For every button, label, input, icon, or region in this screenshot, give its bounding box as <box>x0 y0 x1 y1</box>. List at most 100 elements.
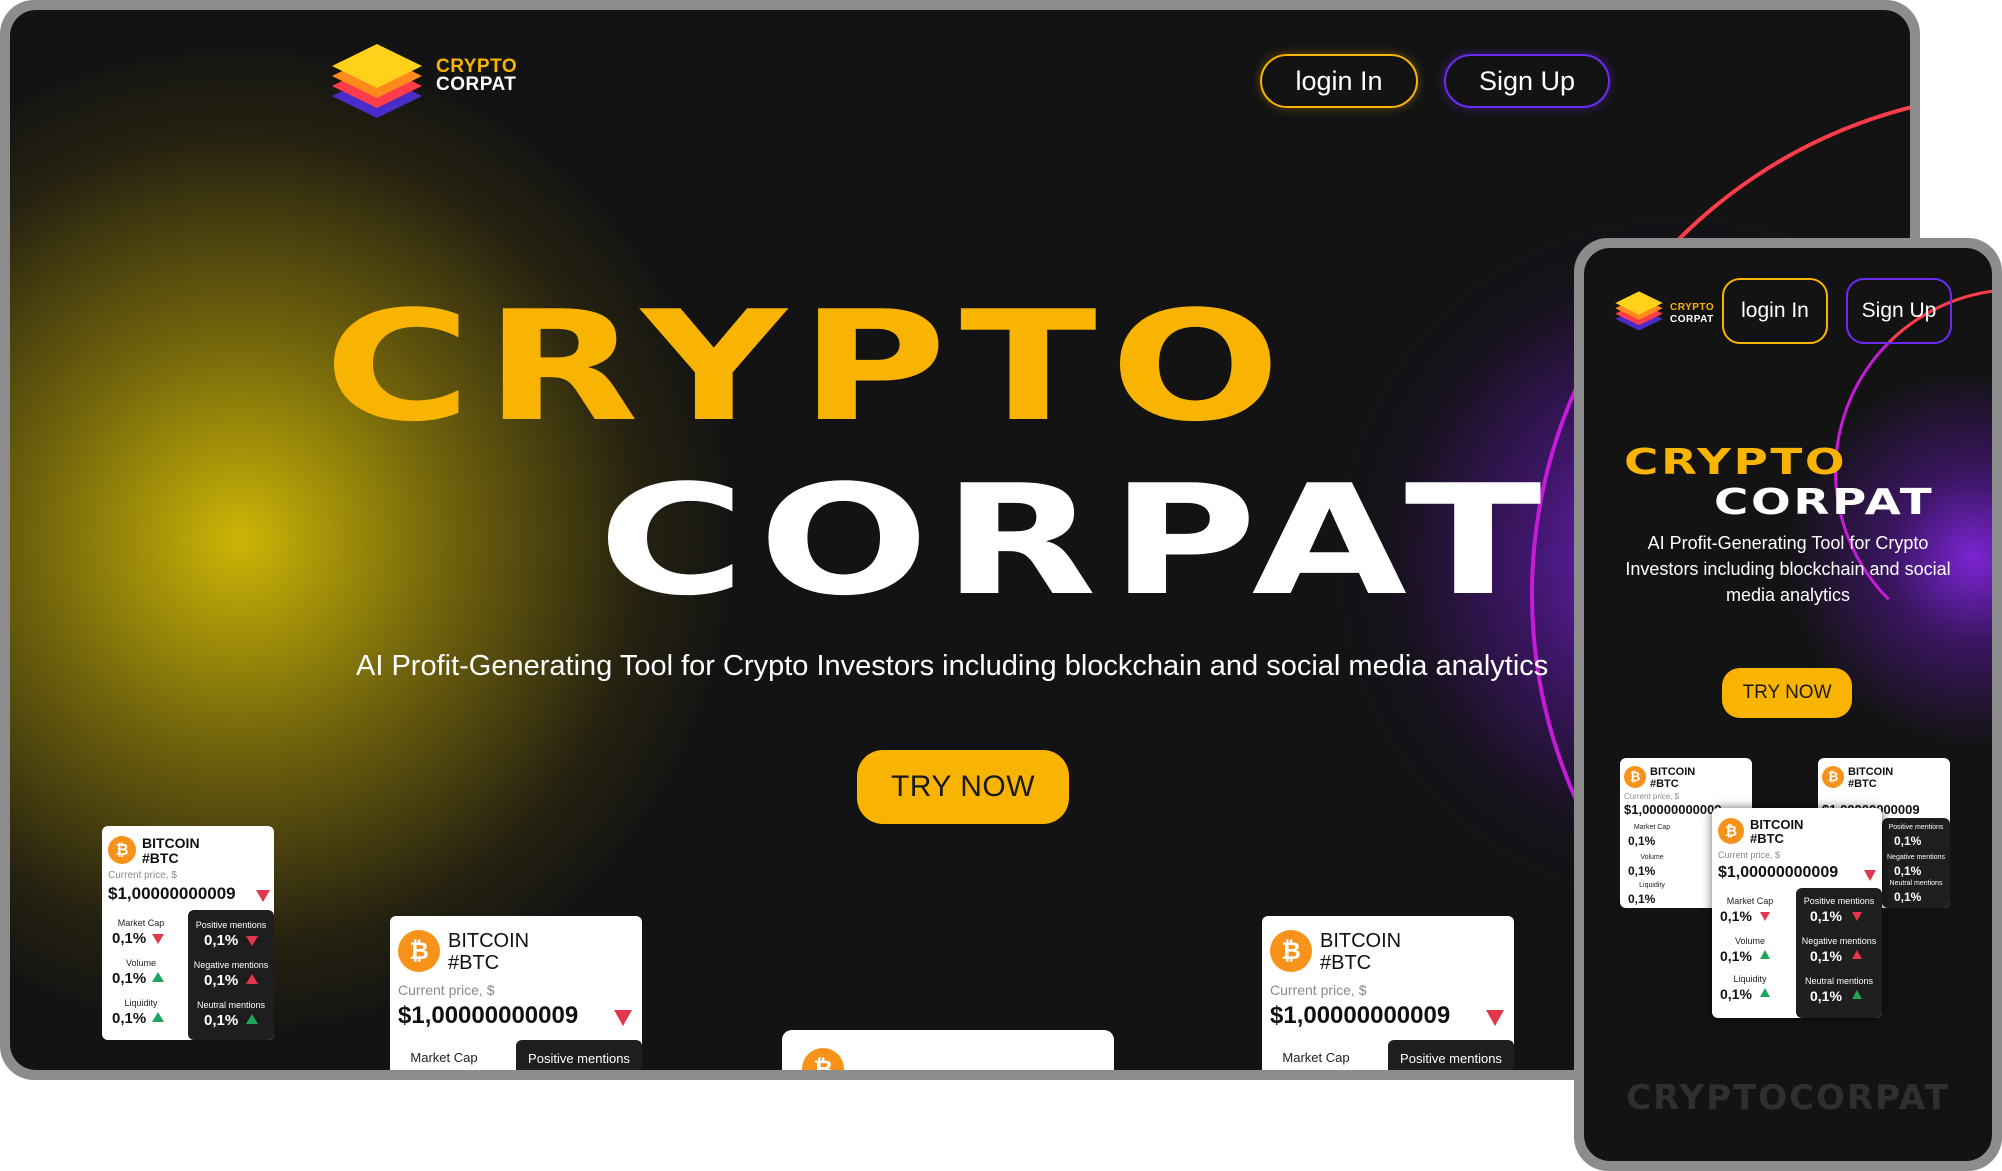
logo-icon[interactable] <box>1610 288 1668 336</box>
logo-line2: CORPAT <box>1670 314 1714 325</box>
market-cap-label: Market Cap <box>1726 896 1774 906</box>
coin-name: BITCOIN <box>142 835 200 851</box>
triangle-up-icon <box>152 1012 164 1022</box>
coin-ticker: #BTC <box>1650 778 1679 790</box>
mobile-mockup: CRYPTO CORPAT login In Sign Up CRYPTO CO… <box>1574 238 2002 1171</box>
coin-card[interactable]: ₿ <box>782 1030 1114 1070</box>
login-button[interactable]: login In <box>1722 278 1828 344</box>
positive-label: Positive mentions <box>1803 896 1875 906</box>
neutral-label: Neutral mentions <box>1889 880 1943 887</box>
mentions-panel: Positive mentions 0,1% Negative mentions… <box>188 910 274 1040</box>
neutral-value: 0,1% <box>1894 890 1922 904</box>
hero-tagline: AI Profit-Generating Tool for Crypto Inv… <box>356 650 1549 682</box>
negative-value: 0,1% <box>1894 864 1922 878</box>
positive-label: Positive mentions <box>1888 824 1944 831</box>
negative-value: 0,1% <box>1810 948 1842 964</box>
coin-ticker: #BTC <box>1848 778 1877 790</box>
price-label: Current price, $ <box>398 982 495 998</box>
positive-label: Positive mentions <box>1400 1051 1502 1066</box>
logo-line1: CRYPTO <box>1670 302 1715 313</box>
liquidity-label: Liquidity <box>1639 882 1665 889</box>
triangle-down-icon <box>152 934 164 944</box>
market-cap-label: Market Cap <box>410 1050 478 1065</box>
coin-name: BITCOIN <box>448 930 530 952</box>
liquidity-label: Liquidity <box>1733 974 1767 984</box>
market-cap-value: 0,1% <box>112 930 147 947</box>
signup-label: Sign Up <box>1861 299 1937 322</box>
price-label: Current price, $ <box>1270 982 1367 998</box>
bitcoin-icon: ₿ <box>1718 818 1744 844</box>
liquidity-value: 0,1% <box>1628 892 1656 906</box>
bitcoin-icon: ₿ <box>1822 766 1844 788</box>
mentions-panel: Positive mentions <box>1388 1040 1514 1070</box>
price-label: Current price, $ <box>1624 792 1680 801</box>
triangle-up-icon <box>1852 950 1862 959</box>
volume-value: 0,1% <box>112 970 147 987</box>
triangle-down-icon <box>614 1010 632 1026</box>
triangle-down-icon <box>1852 912 1862 921</box>
negative-label: Negative mentions <box>1801 936 1877 946</box>
coin-ticker: #BTC <box>1750 831 1784 846</box>
neutral-label: Neutral mentions <box>1804 976 1874 986</box>
hero-title-line1: CRYPTO <box>1624 442 1848 483</box>
login-label: login In <box>1741 299 1809 322</box>
volume-value: 0,1% <box>1720 948 1752 964</box>
triangle-up-icon <box>1852 990 1862 999</box>
price-value: $1,00000000009 <box>398 1002 579 1029</box>
coin-name: BITCOIN <box>1650 766 1696 778</box>
positive-value: 0,1% <box>1894 834 1922 848</box>
coin-card[interactable]: ₿ BITCOIN #BTC Current price, $ $1,00000… <box>102 826 274 1040</box>
logo-icon[interactable] <box>322 38 432 128</box>
coin-card[interactable]: ₿ BITCOIN #BTC Current price, $ $1,00000… <box>1262 916 1514 1070</box>
price-value: $1,00000000009 <box>1624 802 1722 817</box>
market-cap-label: Market Cap <box>117 918 165 928</box>
try-now-button[interactable]: TRY NOW <box>1722 668 1852 718</box>
market-cap-value: 0,1% <box>1720 908 1752 924</box>
price-value: $1,00000000009 <box>108 884 236 903</box>
neutral-value: 0,1% <box>1810 988 1842 1004</box>
hero-title-line2: CORPAT <box>598 452 1555 629</box>
bitcoin-icon: ₿ <box>1624 766 1646 788</box>
login-button[interactable]: login In <box>1260 54 1418 108</box>
market-cap-label: Market Cap <box>1633 824 1671 831</box>
coin-name: BITCOIN <box>1750 817 1804 832</box>
market-cap-label: Market Cap <box>1282 1050 1350 1065</box>
logo-line2: CORPAT <box>436 74 517 95</box>
mobile-screen: CRYPTO CORPAT login In Sign Up CRYPTO CO… <box>1584 248 1992 1161</box>
coin-ticker: #BTC <box>1320 952 1372 974</box>
liquidity-value: 0,1% <box>112 1010 147 1027</box>
triangle-down-icon <box>1864 870 1876 881</box>
price-label: Current price, $ <box>108 870 177 881</box>
liquidity-label: Liquidity <box>124 998 158 1008</box>
coin-ticker: #BTC <box>448 952 500 974</box>
coin-card[interactable]: ₿ BITCOIN #BTC Current price, $ $1,00000… <box>1712 808 1882 1018</box>
neutral-value: 0,1% <box>204 1012 239 1029</box>
bitcoin-icon: ₿ <box>802 1048 844 1070</box>
coin-name: BITCOIN <box>1848 766 1894 778</box>
positive-label: Positive mentions <box>195 920 267 930</box>
triangle-up-icon <box>1760 988 1770 997</box>
logo-wordmark[interactable]: CRYPTO CORPAT <box>436 57 517 95</box>
logo-wordmark[interactable]: CRYPTO CORPAT <box>1670 302 1714 326</box>
mentions-panel: Positive mentions 0,1% Negative mentions… <box>1796 888 1882 1018</box>
positive-value: 0,1% <box>204 932 239 949</box>
signup-button[interactable]: Sign Up <box>1444 54 1610 108</box>
triangle-up-icon <box>152 972 164 982</box>
mentions-panel: Positive mentions 0,1% Negative mentions… <box>1882 818 1950 908</box>
volume-value: 0,1% <box>1628 864 1656 878</box>
positive-label: Positive mentions <box>528 1051 630 1066</box>
liquidity-value: 0,1% <box>1720 986 1752 1002</box>
coin-card[interactable]: ₿ BITCOIN #BTC Current price, $ $1,00000… <box>390 916 642 1070</box>
triangle-down-icon <box>1486 1010 1504 1026</box>
negative-label: Negative mentions <box>1887 854 1945 861</box>
negative-label: Negative mentions <box>193 960 269 970</box>
signup-button[interactable]: Sign Up <box>1846 278 1952 344</box>
mentions-panel: Positive mentions <box>516 1040 642 1070</box>
coin-name: BITCOIN <box>1320 930 1402 952</box>
triangle-up-icon <box>246 974 258 984</box>
try-now-button[interactable]: TRY NOW <box>857 750 1069 824</box>
triangle-down-icon <box>246 936 258 946</box>
positive-value: 0,1% <box>1810 908 1842 924</box>
volume-label: Volume <box>125 958 157 968</box>
bitcoin-icon: ₿ <box>108 836 136 864</box>
